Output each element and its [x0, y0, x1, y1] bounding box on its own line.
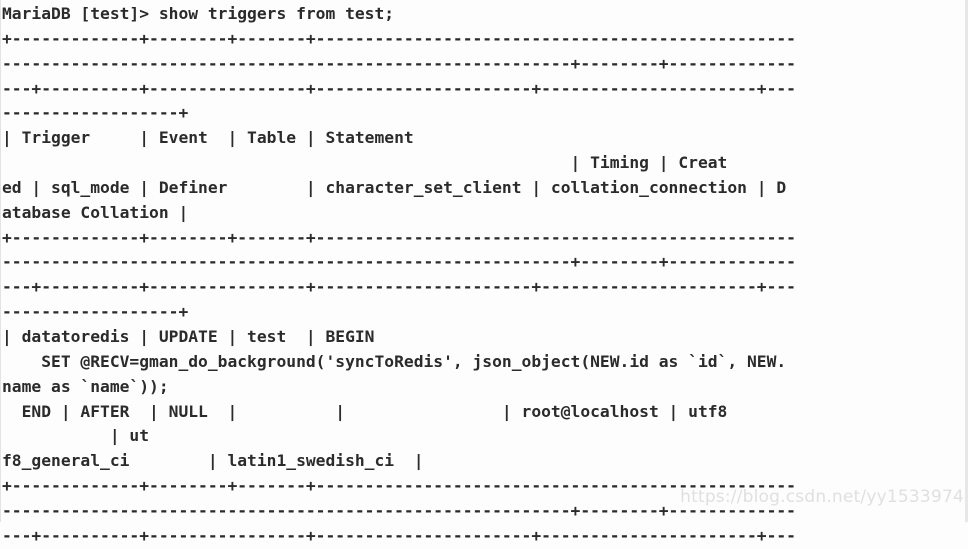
terminal-left-border — [0, 0, 1, 522]
terminal-window[interactable]: MariaDB [test]> show triggers from test;… — [0, 0, 968, 545]
terminal-output-text: MariaDB [test]> show triggers from test;… — [2, 4, 796, 545]
